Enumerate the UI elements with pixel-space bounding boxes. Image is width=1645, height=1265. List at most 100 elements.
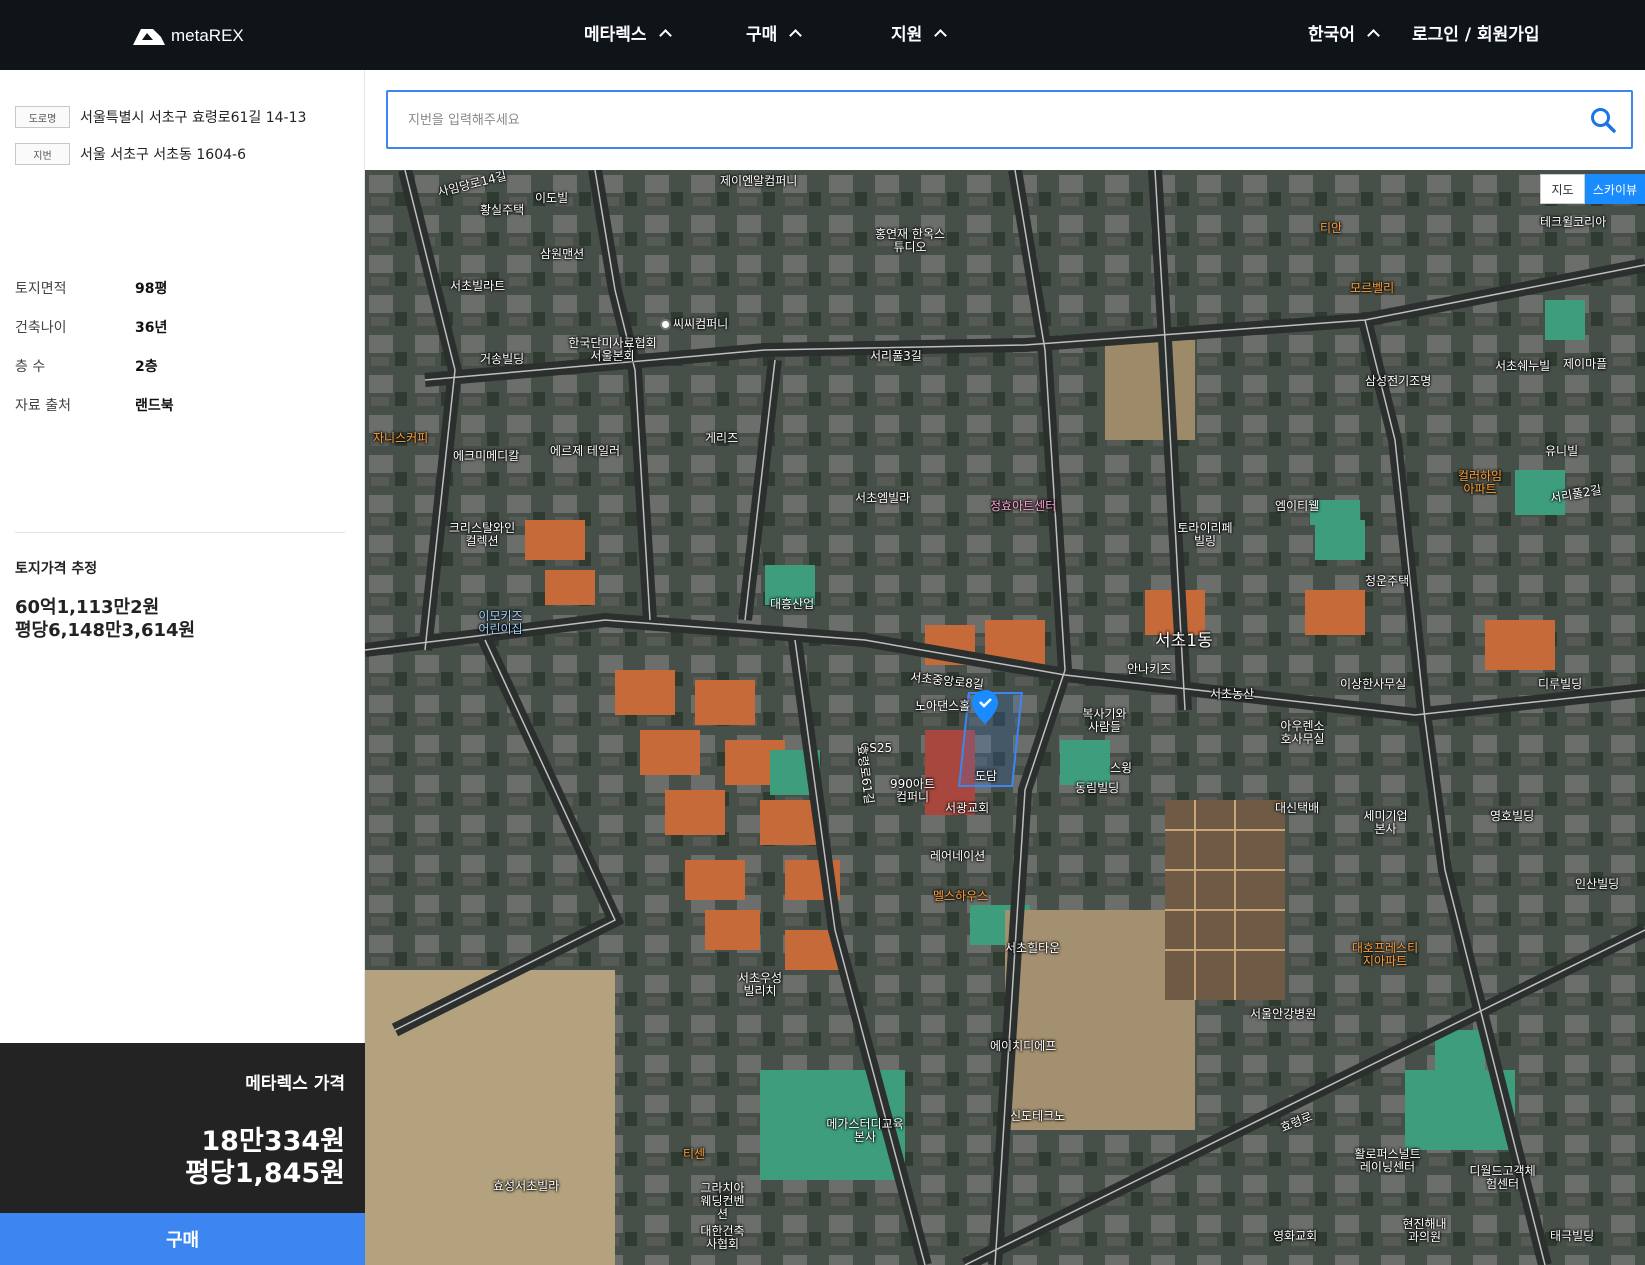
map-label: 테크윌코리아 [1540, 215, 1607, 229]
land-price-estimate: 60억1,113만2원 평당6,148만3,614원 [15, 596, 195, 642]
map-label: 황실주택 [480, 203, 525, 217]
map-label: 인산빌딩 [1575, 877, 1620, 891]
map-label: 자니스커피 [373, 431, 429, 445]
map-label: 토라이리페빌링 [1177, 521, 1233, 548]
map-label: 대한건축사협회 [700, 1224, 745, 1251]
nav-buy[interactable]: 구매 [746, 20, 803, 45]
map-label: 컬러하임아파트 [1457, 469, 1503, 496]
map-label: 레어네이션 [930, 849, 986, 863]
map-label: 에이치디에프 [990, 1039, 1057, 1053]
map-type-toggle: 지도 스카이뷰 [1540, 174, 1645, 204]
nav-support-label: 지원 [891, 25, 923, 45]
map-label: 현진해내과의원 [1402, 1217, 1447, 1244]
skyview-button[interactable]: 스카이뷰 [1585, 174, 1645, 204]
map-label: 청운주택 [1365, 574, 1410, 588]
metarex-price-per-pyeong: 평당1,845원 [185, 1158, 345, 1189]
info-key: 토지면적 [15, 281, 67, 297]
map-label: 티안 [1320, 221, 1343, 235]
map-label: 그라치아웨딩컨벤션 [700, 1181, 745, 1221]
search-icon[interactable] [1589, 106, 1617, 134]
road-address-row: 도로명 서울특별시 서초구 효령로61길 14-13 [15, 106, 306, 128]
lot-address-tag: 지번 [15, 143, 70, 165]
map-label: 대흥산업 [770, 597, 815, 611]
info-source: 자료 출처 랜드북 [15, 395, 174, 415]
map-label: 삼성전기조명 [1365, 374, 1432, 388]
map-label: 서초쉐누빌 [1495, 359, 1551, 373]
map-label: 모르벨리 [1350, 281, 1395, 295]
metarex-price-label: 메타렉스 가격 [245, 1074, 345, 1094]
chevron-up-icon [789, 29, 803, 42]
info-value: 랜드북 [135, 398, 174, 414]
map-label: 이모키즈어린이집 [478, 609, 523, 636]
metarex-logo[interactable]: metaREX [133, 22, 244, 50]
info-floors: 층 수 2층 [15, 356, 158, 376]
map-label: 이상한사무실 [1340, 677, 1407, 691]
buy-button[interactable]: 구매 [0, 1213, 365, 1265]
nav-buy-label: 구매 [746, 25, 778, 45]
metarex-logo-icon [133, 29, 165, 45]
map-label: 대호프레스티지아파트 [1351, 941, 1419, 968]
lot-address-row: 지번 서울 서초구 서초동 1604-6 [15, 143, 246, 165]
chevron-up-icon [1367, 29, 1380, 42]
info-value: 98평 [135, 281, 168, 297]
map-label: 정효아트센터 [990, 499, 1057, 513]
info-value: 36년 [135, 320, 168, 336]
map-label: 태극빌딩 [1550, 1229, 1595, 1243]
map-label: 동림빌딩 [1075, 781, 1120, 795]
map-label: 서초1동 [1155, 631, 1213, 651]
map-label: 제이마플 [1563, 357, 1608, 371]
map-label: 홍연재 한옥스튜디오 [874, 227, 946, 254]
map-label: 메가스터디교육본사 [826, 1117, 904, 1144]
login-signup-link[interactable]: 로그인 / 회원가입 [1412, 20, 1540, 45]
map-label: 영호빌딩 [1490, 809, 1535, 823]
poi-icon [660, 319, 671, 330]
chevron-up-icon [658, 29, 672, 42]
nav-support[interactable]: 지원 [891, 20, 948, 45]
map-label: 안나키즈 [1127, 662, 1172, 676]
info-land-area: 토지면적 98평 [15, 278, 167, 298]
map-label: 서초엠빌라 [855, 491, 911, 505]
info-building-age: 건축나이 36년 [15, 317, 167, 337]
map-label: 활로퍼스널트레이닝센터 [1354, 1147, 1421, 1174]
map-label: 도담 [975, 769, 998, 783]
map-label: 아우렌소호사무실 [1280, 719, 1325, 746]
property-sidebar: 도로명 서울특별시 서초구 효령로61길 14-13 지번 서울 서초구 서초동… [0, 70, 365, 1265]
map-label: 이도빌 [535, 191, 569, 205]
nav-metarex-label: 메타렉스 [584, 25, 647, 45]
road-address-tag: 도로명 [15, 106, 70, 128]
search-bar [386, 90, 1633, 149]
map-label: 서울안강병원 [1250, 1007, 1317, 1021]
map-label: 서초힐타운 [1005, 941, 1061, 955]
brand-name: metaREX [171, 26, 244, 45]
map-label: 멜스하우스 [933, 889, 989, 903]
road-address: 서울특별시 서초구 효령로61길 14-13 [80, 110, 307, 126]
location-pin-icon[interactable] [972, 690, 998, 724]
map-label: 삼원맨션 [540, 247, 585, 261]
chevron-up-icon [934, 29, 948, 42]
info-value: 2층 [135, 359, 158, 375]
map-label: 영화교회 [1273, 1229, 1318, 1243]
language-selector[interactable]: 한국어 [1308, 20, 1380, 45]
map-label: 대신택배 [1275, 801, 1320, 815]
map-label: 복사기와사람들 [1082, 707, 1127, 734]
land-price-per-pyeong: 평당6,148만3,614원 [15, 620, 196, 641]
divider [15, 532, 345, 533]
info-key: 자료 출처 [15, 398, 71, 414]
map-label: 990아트컴퍼니 [890, 777, 935, 804]
map-label: 서초우성빌리치 [737, 971, 783, 998]
map-label: 서광교회 [945, 801, 990, 815]
map-label: 디루빌딩 [1538, 677, 1583, 691]
nav-metarex[interactable]: 메타렉스 [584, 20, 672, 45]
lot-address: 서울 서초구 서초동 1604-6 [80, 147, 246, 163]
map-label: 에르제 테일러 [550, 444, 621, 458]
map-label: 티센 [683, 1147, 706, 1161]
map-label: 크리스탈와인컬렉션 [448, 521, 516, 548]
metarex-price-panel: 메타렉스 가격 18만334원 평당1,845원 [0, 1043, 365, 1213]
map-view-button[interactable]: 지도 [1540, 174, 1585, 204]
satellite-map[interactable]: 지도 스카이뷰 사임당로14길 이도빌 황실주택 제이엔알컴퍼니 홍연재 한옥스… [365, 170, 1645, 1265]
map-label: 씨씨컴퍼니 [660, 318, 728, 331]
language-label: 한국어 [1308, 25, 1355, 45]
map-label: 제이엔알컴퍼니 [720, 174, 798, 188]
info-key: 층 수 [15, 359, 46, 375]
search-input[interactable] [408, 106, 1558, 134]
